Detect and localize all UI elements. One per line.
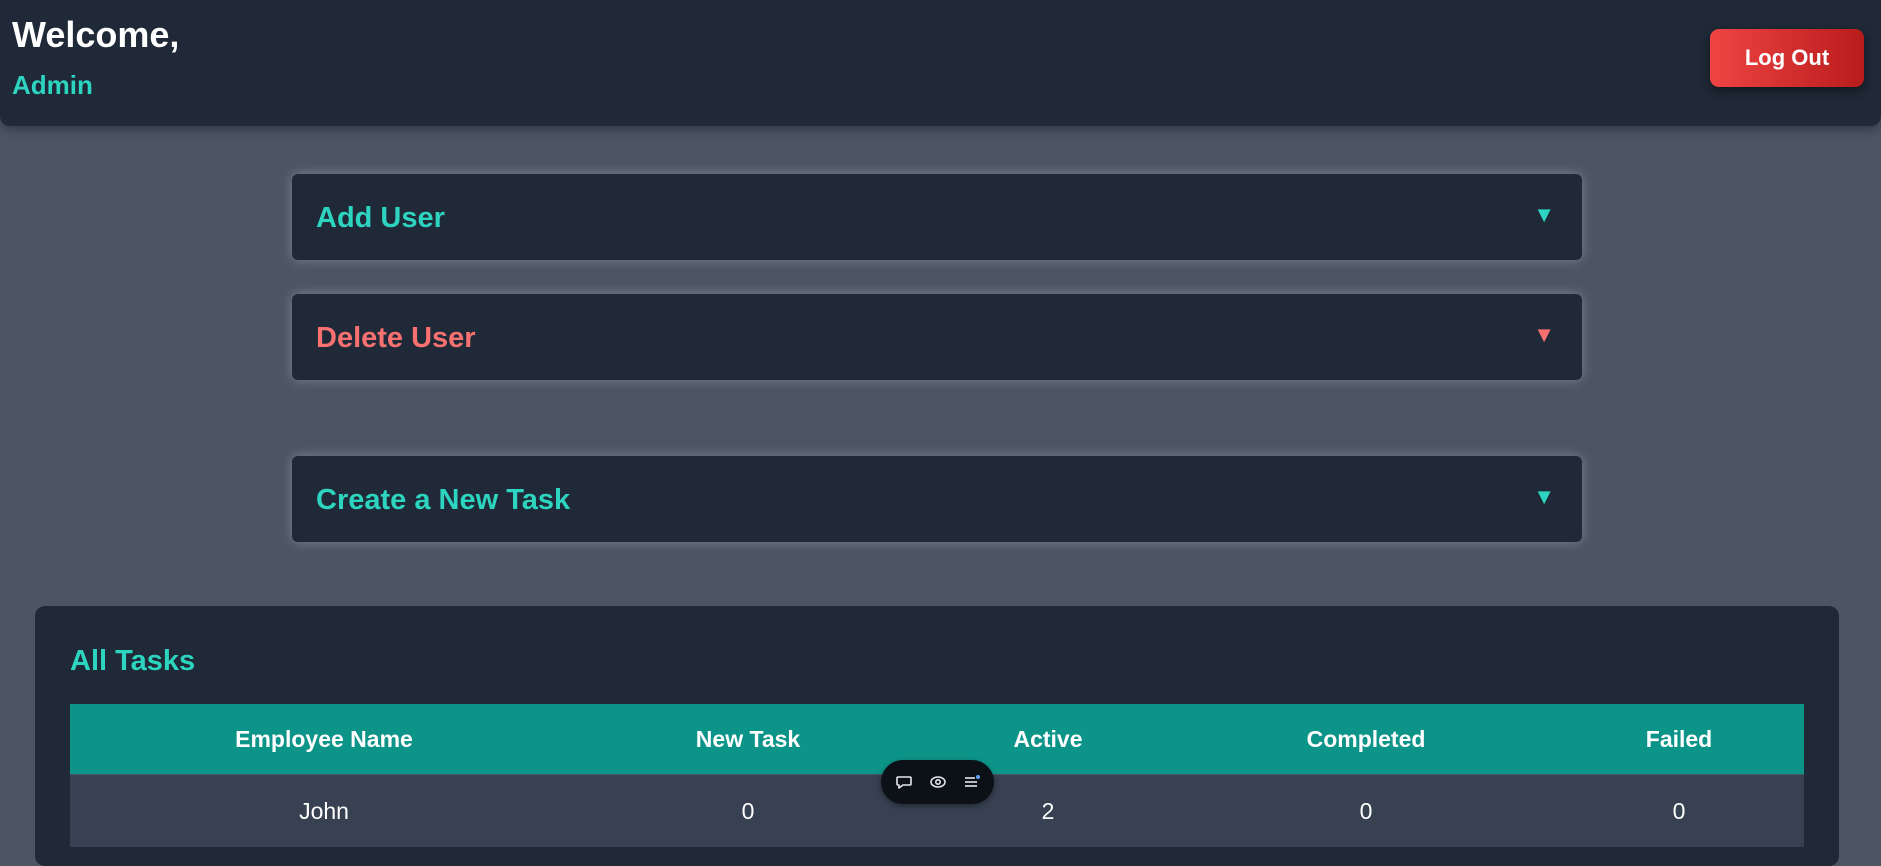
column-header-employee-name: Employee Name (70, 704, 578, 775)
chevron-down-icon: ▼ (1533, 484, 1555, 509)
delete-user-panel[interactable]: Delete User ▼ (292, 294, 1582, 380)
eye-icon[interactable] (928, 772, 948, 792)
all-tasks-title: All Tasks (70, 645, 196, 677)
welcome-heading: Welcome, (12, 14, 180, 55)
chevron-down-icon: ▼ (1533, 322, 1555, 347)
user-name: Admin (12, 70, 93, 100)
column-header-new-task: New Task (578, 704, 918, 775)
cell-employee-name: John (70, 774, 578, 847)
delete-user-title: Delete User (316, 322, 476, 354)
chevron-down-icon: ▼ (1533, 202, 1555, 227)
column-header-completed: Completed (1178, 704, 1554, 775)
chat-bubble-icon[interactable] (894, 772, 914, 792)
floating-toolbar (881, 760, 994, 804)
column-header-failed: Failed (1554, 704, 1804, 775)
top-header: Welcome, Admin Log Out (0, 0, 1881, 126)
create-task-panel[interactable]: Create a New Task ▼ (292, 456, 1582, 542)
cell-new-task: 0 (578, 774, 918, 847)
all-tasks-card: All Tasks Employee Name New Task Active … (35, 606, 1839, 866)
list-icon[interactable] (962, 772, 982, 792)
logout-button[interactable]: Log Out (1710, 29, 1864, 87)
add-user-panel[interactable]: Add User ▼ (292, 174, 1582, 260)
cell-failed: 0 (1554, 774, 1804, 847)
add-user-title: Add User (316, 202, 445, 234)
cell-completed: 0 (1178, 774, 1554, 847)
create-task-title: Create a New Task (316, 484, 571, 516)
